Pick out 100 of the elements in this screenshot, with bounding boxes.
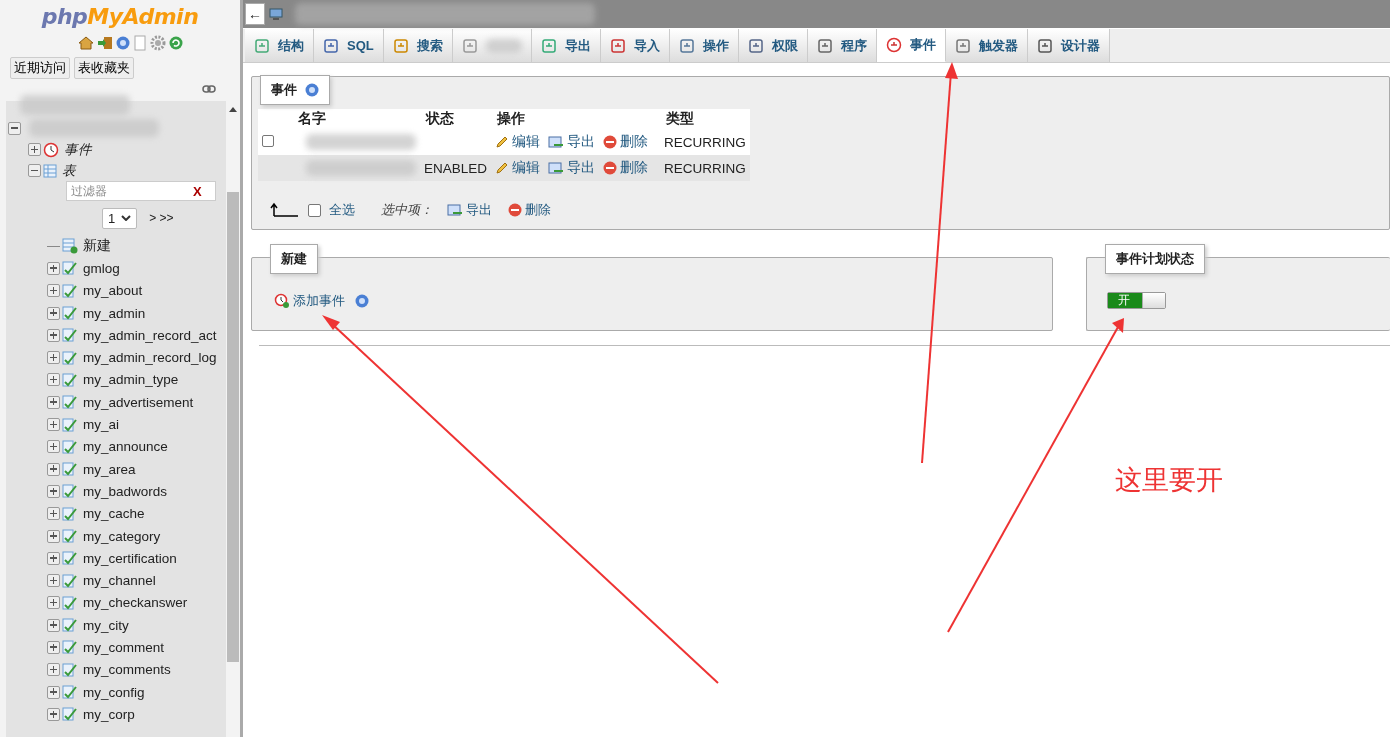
expand-toggle[interactable]	[47, 663, 60, 677]
tree-item[interactable]: 事件	[64, 140, 92, 159]
table-cell: RECURRING	[660, 129, 750, 155]
tree-item[interactable]: my_advertisement	[83, 394, 194, 410]
tree-item[interactable]: my_certification	[83, 550, 177, 566]
expand-toggle[interactable]	[47, 284, 60, 298]
tree-item[interactable]: my_admin_record_log	[83, 350, 217, 366]
action-link[interactable]: 导出	[548, 158, 596, 177]
tab[interactable]: 操作	[669, 29, 739, 62]
tree-item[interactable]: my_announce	[83, 439, 168, 455]
page-select[interactable]: 1	[102, 207, 138, 229]
expand-toggle[interactable]	[47, 418, 60, 431]
expand-toggle[interactable]	[28, 164, 41, 177]
action-link[interactable]: 编辑	[495, 158, 541, 177]
tree-item[interactable]: my_about	[83, 283, 143, 299]
expand-toggle[interactable]	[47, 596, 60, 610]
caret-icon	[121, 215, 132, 221]
pencil-icon	[495, 134, 510, 149]
expand-toggle[interactable]	[47, 351, 60, 365]
expand-toggle[interactable]	[47, 484, 60, 498]
filter-field[interactable]: 过滤器 X	[66, 181, 216, 201]
action-link[interactable]: 导出	[548, 132, 596, 151]
expand-toggle[interactable]	[47, 574, 60, 588]
tree-item[interactable]: my_channel	[83, 573, 156, 589]
tree-item[interactable]: my_badwords	[83, 483, 168, 499]
tab[interactable]: SQL	[314, 29, 384, 62]
tab[interactable]: 程序	[807, 29, 877, 62]
settings-icon[interactable]	[149, 35, 166, 51]
expand-toggle[interactable]	[47, 373, 60, 387]
tree-item[interactable]: my_city	[83, 617, 129, 633]
tab[interactable]: 导入	[600, 29, 670, 62]
tab[interactable]: 结构	[245, 29, 314, 62]
tab[interactable]: 导出	[531, 29, 601, 62]
bulk-action-link[interactable]: 导出	[447, 201, 492, 219]
tree-item[interactable]: my_comment	[83, 640, 165, 655]
row-checkbox[interactable]	[262, 134, 274, 147]
tab[interactable]: 事件	[876, 29, 946, 62]
expand-toggle[interactable]	[47, 328, 60, 342]
tree-item[interactable]: my_category	[83, 528, 161, 544]
tree-item[interactable]: my_ai	[83, 417, 119, 432]
phpmyadmin-logo[interactable]: phpMyAdmin	[41, 4, 199, 29]
tab[interactable]: 权限	[738, 29, 808, 62]
nav-button[interactable]: 近期访问	[10, 57, 70, 79]
expand-toggle[interactable]	[47, 551, 60, 565]
expand-toggle[interactable]	[47, 507, 60, 521]
select-all-label[interactable]: 全选	[329, 201, 355, 219]
action-link[interactable]: 删除	[603, 132, 649, 151]
column-header: 名字	[292, 109, 420, 129]
tree-item[interactable]: my_admin_type	[83, 372, 179, 388]
expand-toggle[interactable]	[47, 618, 60, 632]
action-link[interactable]: 删除	[603, 158, 649, 177]
nav-button[interactable]: 表收藏夹	[74, 57, 134, 79]
tab[interactable]: 触发器	[945, 29, 1028, 62]
link-icon[interactable]	[202, 85, 216, 93]
export-icon	[447, 203, 463, 217]
tree-item[interactable]: my_admin	[83, 305, 146, 321]
tab[interactable]: 设计器	[1027, 29, 1110, 62]
tab-icon	[885, 37, 902, 53]
reload-icon[interactable]	[168, 36, 183, 50]
clear-filter-button[interactable]: X	[193, 183, 202, 199]
table-icon	[62, 372, 78, 387]
table-icon	[62, 395, 78, 410]
table-icon	[62, 350, 78, 365]
bulk-action-link[interactable]: 删除	[508, 201, 551, 219]
help-icon[interactable]	[355, 294, 369, 308]
panel-legend: 事件计划状态	[1105, 244, 1205, 274]
expand-toggle[interactable]	[47, 462, 60, 476]
tree-item[interactable]: 表	[62, 161, 76, 180]
expand-toggle[interactable]	[47, 707, 60, 721]
expand-toggle[interactable]	[47, 529, 60, 543]
expand-toggle[interactable]	[47, 306, 60, 320]
add-event-link[interactable]: 添加事件	[274, 292, 345, 310]
collapse-toggle[interactable]	[8, 121, 21, 135]
help-icon[interactable]	[305, 83, 319, 97]
tree-item[interactable]: my_admin_record_act	[83, 327, 217, 343]
tree-item[interactable]: my_corp	[83, 706, 135, 722]
expand-toggle[interactable]	[47, 685, 60, 699]
tree-item[interactable]: my_comments	[83, 662, 171, 678]
tree-item[interactable]: 新建	[83, 237, 111, 256]
scroll-up-icon[interactable]	[229, 107, 237, 112]
select-all-checkbox[interactable]	[308, 203, 321, 217]
next-page-link[interactable]: > >>	[149, 211, 174, 225]
back-button[interactable]: ←	[245, 3, 265, 25]
tab[interactable]: 搜索	[383, 29, 453, 62]
action-link[interactable]: 编辑	[495, 132, 541, 151]
tree-item[interactable]: my_cache	[83, 506, 145, 522]
tree-item[interactable]: my_area	[83, 461, 136, 477]
home-icon[interactable]	[77, 35, 94, 51]
tree-item[interactable]: my_checkanswer	[83, 595, 188, 611]
expand-toggle[interactable]	[47, 261, 60, 275]
scheduler-toggle[interactable]: 开	[1107, 292, 1166, 309]
expand-toggle[interactable]	[47, 440, 60, 454]
expand-toggle[interactable]	[28, 143, 41, 156]
table-icon	[62, 283, 78, 298]
tree-item[interactable]: gmlog	[83, 260, 120, 276]
help-icon[interactable]	[115, 36, 130, 50]
expand-toggle[interactable]	[47, 641, 60, 654]
expand-toggle[interactable]	[47, 395, 60, 409]
tree-item[interactable]: my_config	[83, 684, 145, 700]
exit-icon[interactable]	[96, 35, 113, 51]
